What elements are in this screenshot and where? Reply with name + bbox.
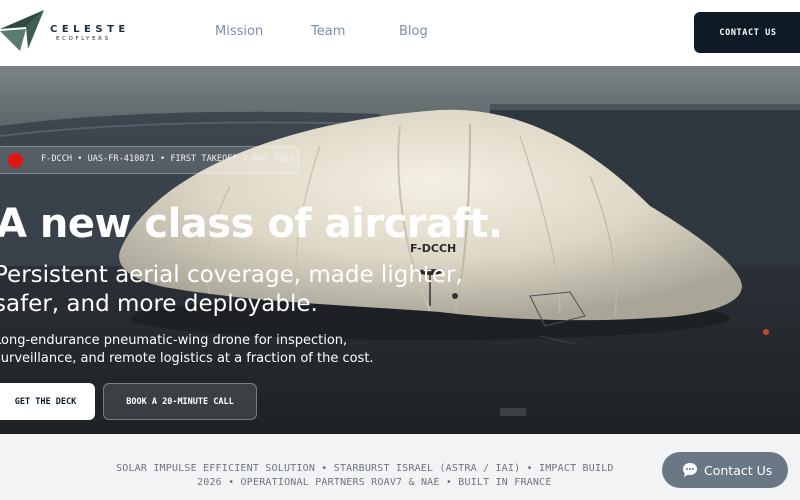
hero-section: F-DCCH F-DCCH • UAS-FR-410871 • FIRST TA… <box>0 66 800 434</box>
hero-subtitle: Persistent aerial coverage, made lighter… <box>0 262 463 317</box>
nav-mission[interactable]: Mission <box>215 24 263 39</box>
brand-tagline: ECOFLYERS <box>56 36 111 42</box>
hero-description: Long-endurance pneumatic-wing drone for … <box>0 333 374 366</box>
nav-team[interactable]: Team <box>311 24 345 39</box>
get-the-deck-button[interactable]: GET THE DECK <box>0 383 95 420</box>
site-header: CELESTE ECOFLYERS Mission Team Blog CONT… <box>0 0 800 66</box>
brand-name: CELESTE <box>50 24 130 35</box>
badge-text: F-DCCH • UAS-FR-410871 • FIRST TAKEOFF 7… <box>41 154 295 164</box>
partners-line-1: SOLAR IMPULSE EFFICIENT SOLUTION • STARB… <box>116 463 614 474</box>
partners-line-2: 2026 • OPERATIONAL PARTNERS ROAV7 & NAE … <box>197 477 552 488</box>
status-dot-icon <box>8 153 23 168</box>
hero-background-image: F-DCCH <box>0 104 800 434</box>
contact-us-button[interactable]: CONTACT US <box>694 12 800 53</box>
chat-label: Contact Us <box>704 463 773 478</box>
nav-blog[interactable]: Blog <box>399 24 428 39</box>
celeste-logo-icon[interactable] <box>0 9 46 53</box>
brand[interactable]: CELESTE ECOFLYERS <box>50 24 130 43</box>
chat-bubble-icon <box>683 463 697 477</box>
aircraft-registration-badge: F-DCCH • UAS-FR-410871 • FIRST TAKEOFF 7… <box>0 146 299 174</box>
contact-us-chat-button[interactable]: Contact Us <box>662 452 788 488</box>
hero-title: A new class of aircraft. <box>0 201 503 247</box>
book-call-button[interactable]: BOOK A 20-MINUTE CALL <box>103 383 257 420</box>
